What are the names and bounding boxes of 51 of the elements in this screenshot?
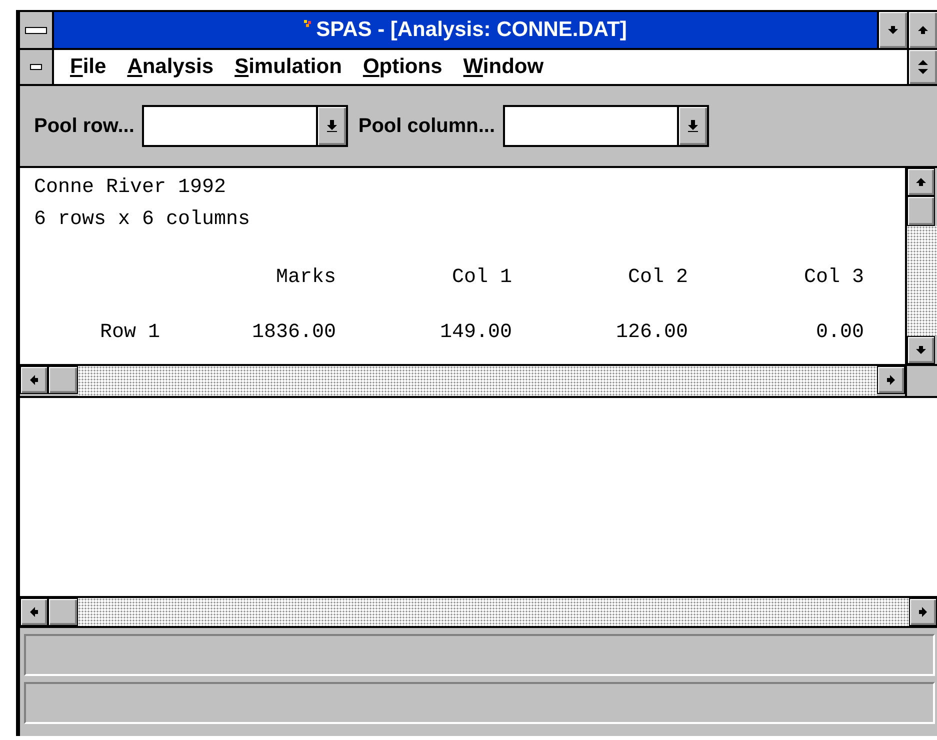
combo-label: Pool column...: [358, 114, 496, 138]
vertical-scrollbar[interactable]: [905, 168, 937, 364]
dropdown-field[interactable]: [503, 105, 710, 147]
scroll-thumb[interactable]: [48, 366, 78, 394]
row-label: Row 1: [98, 321, 160, 344]
right-arrow-icon: [885, 374, 897, 386]
menu-item[interactable]: Simulation: [224, 55, 353, 79]
scroll-up-button[interactable]: [907, 168, 935, 196]
down-arrow-icon: [887, 24, 899, 36]
scroll-left-button[interactable]: [20, 598, 48, 626]
left-arrow-icon: [28, 606, 40, 618]
scroll-thumb[interactable]: [48, 598, 78, 626]
menu-item[interactable]: File: [60, 55, 118, 79]
down-arrow-icon: [687, 119, 700, 133]
up-down-arrow-icon: [917, 59, 929, 75]
column-header: Marks: [274, 266, 336, 289]
table-cell-text: 0.00: [814, 321, 864, 344]
scroll-down-button[interactable]: [907, 336, 935, 364]
horizontal-scrollbar[interactable]: [20, 596, 937, 626]
up-arrow-icon: [915, 176, 927, 188]
restore-button[interactable]: [907, 50, 937, 84]
combo-label: Pool row...: [34, 114, 134, 138]
menu-item[interactable]: Options: [352, 55, 454, 79]
dropdown-field[interactable]: [142, 105, 348, 147]
right-arrow-icon: [917, 606, 929, 618]
sparkle-icon: [304, 20, 312, 28]
column-header: Col 2: [626, 266, 688, 289]
left-arrow-icon: [28, 374, 40, 386]
maximize-button[interactable]: [907, 12, 937, 48]
table-cell-text: 1836.00: [250, 321, 336, 344]
column-header: Col 1: [450, 266, 512, 289]
column-header: Col 3: [802, 266, 864, 289]
document-menu-button[interactable]: [20, 50, 54, 84]
up-arrow-icon: [917, 24, 929, 36]
horizontal-scrollbar[interactable]: [20, 366, 905, 396]
report-dimensions: 6 rows x 6 columns: [34, 207, 252, 233]
window-title: SPAS - [Analysis: CONNE.DAT]: [316, 18, 627, 42]
table-cell-text: 149.00: [438, 321, 512, 344]
report-title: Conne River 1992: [34, 175, 228, 201]
dropdown-button[interactable]: [316, 107, 346, 145]
down-arrow-icon: [915, 344, 927, 356]
minimize-button[interactable]: [877, 12, 907, 48]
scroll-right-button[interactable]: [909, 598, 937, 626]
scroll-thumb[interactable]: [907, 196, 935, 226]
scroll-right-button[interactable]: [877, 366, 905, 394]
menu-item[interactable]: Window: [453, 55, 555, 79]
menu-item[interactable]: Analysis: [117, 55, 225, 79]
dropdown-button[interactable]: [677, 107, 708, 145]
scroll-left-button[interactable]: [20, 366, 48, 394]
down-arrow-icon: [326, 119, 338, 133]
table-cell-text: 126.00: [614, 321, 688, 344]
